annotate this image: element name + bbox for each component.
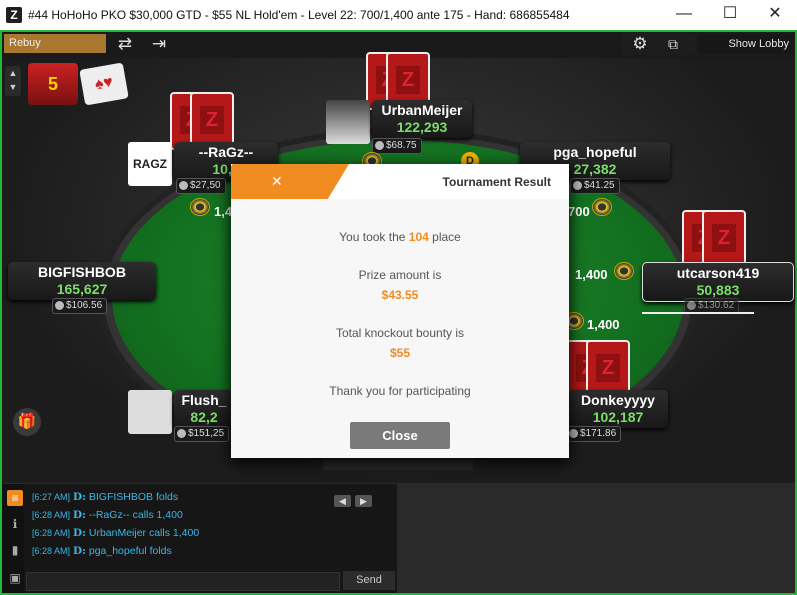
app-logo-icon: Z bbox=[6, 7, 22, 23]
chat-message: [6:28 AM] D: UrbanMeijer calls 1,400 bbox=[32, 527, 200, 539]
bounty-icon bbox=[569, 429, 578, 438]
player-name: BIGFISHBOB bbox=[38, 264, 126, 280]
player-name: UrbanMeijer bbox=[381, 102, 463, 118]
player-avatar bbox=[326, 100, 370, 144]
player-name: utcarson419 bbox=[676, 265, 760, 281]
prize-value: $43.55 bbox=[381, 288, 419, 302]
player-card-back bbox=[702, 210, 746, 268]
gift-icon[interactable]: 🎁 bbox=[13, 408, 41, 436]
dialog-title: Tournament Result bbox=[442, 175, 551, 189]
player-bet: 700 bbox=[568, 204, 590, 219]
prize-label: Prize amount is bbox=[358, 268, 442, 282]
rebuy-button[interactable]: Rebuy bbox=[4, 34, 106, 53]
chat-prev-arrow[interactable]: ◀ bbox=[334, 495, 351, 507]
table-scroll-arrows[interactable]: ▲ ▼ bbox=[5, 66, 21, 96]
chat-message: [6:27 AM] D: BIGFISHBOB folds bbox=[32, 491, 179, 503]
bounty-icon bbox=[179, 181, 188, 190]
player-avatar: RAGZ bbox=[128, 142, 172, 186]
chat-next-arrow[interactable]: ▶ bbox=[355, 495, 372, 507]
thanks-text: Thank you for participating bbox=[329, 384, 471, 398]
swap-seat-icon[interactable]: ⇄ bbox=[114, 34, 136, 54]
player-bounty: $68.75 bbox=[372, 138, 422, 154]
player-chips: 50,883 bbox=[696, 282, 740, 298]
chip-stack-icon bbox=[592, 198, 612, 216]
info-icon[interactable]: ℹ bbox=[7, 516, 23, 532]
place-text: You took the 104 place bbox=[339, 230, 461, 244]
player-avatar bbox=[128, 390, 172, 434]
stats-icon[interactable]: ▮ bbox=[7, 542, 23, 558]
player-bet: 1,400 bbox=[587, 317, 620, 332]
bounty-icon bbox=[177, 429, 186, 438]
poker-window: Z #44 HoHoHo PKO $30,000 GTD - $55 NL Ho… bbox=[0, 0, 797, 595]
bounty-value: $55 bbox=[389, 346, 411, 360]
chat-tab-icon[interactable]: ≡ bbox=[7, 490, 23, 506]
tournament-result-dialog: ✕ Tournament Result You took the 104 pla… bbox=[231, 164, 569, 458]
player-seat-bigfishbob[interactable]: BIGFISHBOB 165,627 bbox=[8, 262, 156, 300]
player-seat-urbanmeijer[interactable]: UrbanMeijer 122,293 bbox=[372, 100, 472, 138]
window-layout-icon[interactable]: ⧉ bbox=[662, 34, 684, 54]
player-bounty: $171.86 bbox=[566, 426, 622, 442]
leave-table-icon[interactable]: ⇥ bbox=[148, 34, 170, 54]
dialog-close-icon[interactable]: ✕ bbox=[271, 172, 283, 190]
game-badge-icon: 5 bbox=[28, 63, 78, 105]
player-name: Flush_ bbox=[181, 392, 227, 408]
minimize-button[interactable]: — bbox=[661, 0, 707, 30]
notes-icon[interactable]: ▣ bbox=[7, 570, 23, 586]
player-chips: 122,293 bbox=[396, 119, 448, 135]
action-bar-edge bbox=[323, 458, 473, 470]
player-name: --RaGz-- bbox=[198, 144, 254, 160]
player-seat-utcarson419[interactable]: utcarson419 50,883 bbox=[642, 262, 794, 302]
chat-message: [6:28 AM] D: pga_hopeful folds bbox=[32, 545, 172, 557]
cards-fan-icon: ♠♥ bbox=[79, 62, 129, 106]
bounty-icon bbox=[687, 301, 696, 310]
close-dialog-button[interactable]: Close bbox=[350, 422, 450, 449]
bounty-icon bbox=[55, 301, 64, 310]
chat-message: [6:28 AM] D: --RaGz-- calls 1,400 bbox=[32, 509, 183, 521]
player-bounty: $41.25 bbox=[570, 178, 620, 194]
show-lobby-button[interactable]: Show Lobby bbox=[698, 34, 793, 54]
bounty-icon bbox=[375, 141, 384, 150]
player-seat-flush[interactable]: Flush_ 82,2 bbox=[174, 390, 234, 428]
close-window-button[interactable]: ✕ bbox=[752, 0, 797, 30]
send-button[interactable]: Send bbox=[343, 571, 395, 590]
player-bet: 1,400 bbox=[575, 267, 608, 282]
chat-input[interactable] bbox=[26, 572, 340, 591]
title-bar: Z #44 HoHoHo PKO $30,000 GTD - $55 NL Ho… bbox=[0, 0, 797, 30]
chip-stack-icon bbox=[614, 262, 634, 280]
settings-gear-icon[interactable]: ⚙ bbox=[629, 34, 651, 54]
player-bounty: $151,25 bbox=[174, 426, 230, 442]
chip-stack-icon bbox=[190, 198, 210, 216]
turn-timer-bar bbox=[642, 312, 754, 314]
dialog-body: You took the 104 place Prize amount is $… bbox=[231, 199, 569, 458]
bounty-label: Total knockout bounty is bbox=[335, 326, 465, 340]
player-chips: 82,2 bbox=[190, 409, 218, 425]
dialog-header: ✕ Tournament Result bbox=[231, 164, 569, 199]
chat-sidebar: ≡ ℹ ▮ ▣ bbox=[2, 484, 24, 593]
player-name: Donkeyyyy bbox=[581, 392, 655, 408]
bounty-icon bbox=[573, 181, 582, 190]
player-name: pga_hopeful bbox=[553, 144, 637, 160]
player-bounty: $106.56 bbox=[52, 298, 108, 314]
player-bounty: $27,50 bbox=[176, 178, 226, 194]
window-title: #44 HoHoHo PKO $30,000 GTD - $55 NL Hold… bbox=[28, 8, 570, 22]
dialog-header-accent bbox=[231, 164, 349, 199]
maximize-button[interactable]: ☐ bbox=[707, 0, 753, 30]
player-chips: 102,187 bbox=[592, 409, 644, 425]
player-seat-donkeyyyy[interactable]: Donkeyyyy 102,187 bbox=[568, 390, 668, 428]
player-bet: 1,4 bbox=[214, 204, 233, 219]
player-chips: 165,627 bbox=[56, 281, 108, 297]
